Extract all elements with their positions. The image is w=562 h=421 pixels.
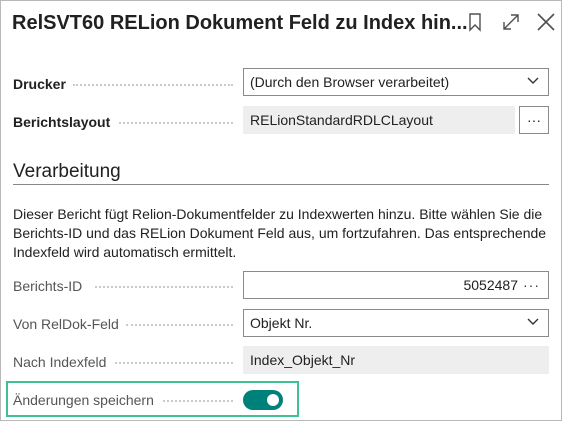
layout-label: Berichtslayout <box>13 114 111 130</box>
to-field-leader <box>115 362 233 364</box>
dialog-title: RelSVT60 RELion Dokument Feld zu Index h… <box>12 12 468 34</box>
layout-value: RELionStandardRDLCLayout <box>250 112 433 128</box>
layout-field[interactable]: RELionStandardRDLCLayout <box>243 106 515 134</box>
from-field-label: Von RelDok-Feld <box>13 316 119 332</box>
close-icon[interactable] <box>535 11 557 33</box>
from-field-select[interactable]: Objekt Nr. <box>243 309 549 337</box>
save-changes-toggle[interactable] <box>243 390 283 410</box>
from-field-value: Objekt Nr. <box>250 315 313 331</box>
bookmark-icon[interactable] <box>464 11 486 33</box>
printer-label: Drucker <box>13 76 66 92</box>
ellipsis-icon: ··· <box>527 112 541 128</box>
layout-leader <box>119 122 233 124</box>
chevron-down-icon <box>527 77 539 84</box>
to-field-label: Nach Indexfeld <box>13 354 107 370</box>
expand-icon[interactable] <box>500 11 522 33</box>
save-changes-label: Änderungen speichern <box>13 392 154 408</box>
save-changes-leader <box>163 400 233 402</box>
printer-select[interactable]: (Durch den Browser verarbeitet) <box>243 68 549 96</box>
section-description: Dieser Bericht fügt Relion-Dokumentfelde… <box>13 206 547 260</box>
toggle-knob <box>267 394 279 406</box>
report-id-input[interactable]: 5052487 ··· <box>243 271 549 299</box>
layout-lookup-button[interactable]: ··· <box>519 106 549 134</box>
chevron-down-icon <box>527 318 539 325</box>
to-field-display: Index_Objekt_Nr <box>243 346 549 374</box>
report-id-label: Berichts-ID <box>13 278 83 294</box>
printer-leader <box>73 84 233 86</box>
printer-value: (Durch den Browser verarbeitet) <box>250 74 450 90</box>
to-field-value: Index_Objekt_Nr <box>250 352 356 368</box>
section-divider <box>13 184 549 185</box>
report-request-dialog: RelSVT60 RELion Dokument Feld zu Index h… <box>0 0 562 421</box>
report-id-value: 5052487 <box>463 277 518 293</box>
report-id-leader <box>95 286 233 288</box>
from-field-leader <box>126 324 233 326</box>
ellipsis-icon[interactable]: ··· <box>523 272 540 298</box>
section-heading: Verarbeitung <box>13 161 121 182</box>
